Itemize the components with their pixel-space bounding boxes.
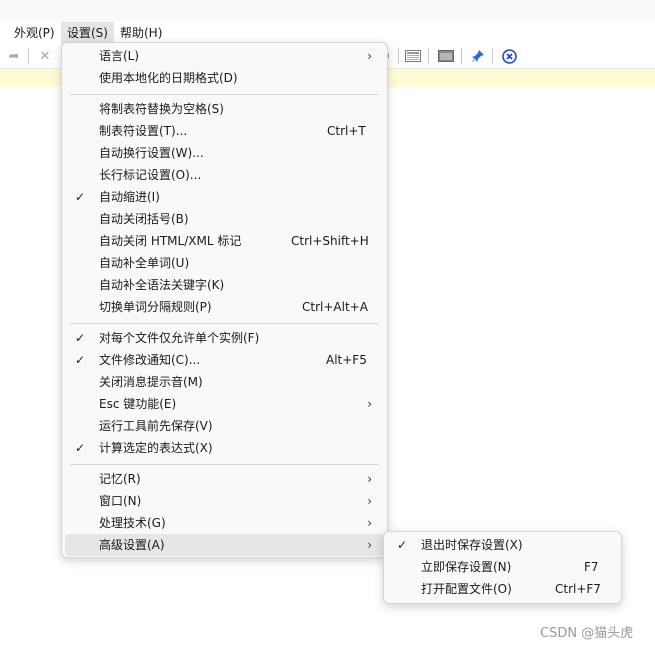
menu-item-shortcut: Ctrl+Shift+H xyxy=(291,234,369,248)
menu-item-word-wrap[interactable]: 自动换行设置(W)... xyxy=(65,142,384,164)
menu-item-label: 长行标记设置(O)... xyxy=(99,168,202,182)
menu-separator xyxy=(70,323,379,324)
menu-item-window[interactable]: 窗口(N) › xyxy=(65,490,384,512)
menu-item-label: Esc 键功能(E) xyxy=(99,397,177,411)
menu-item-label: 计算选定的表达式(X) xyxy=(99,441,213,455)
close-circle-icon[interactable] xyxy=(500,47,518,65)
menu-item-memory[interactable]: 记忆(R) › xyxy=(65,468,384,490)
check-icon: ✓ xyxy=(74,190,86,204)
chevron-right-icon: › xyxy=(367,538,372,552)
menu-item-auto-indent[interactable]: ✓ 自动缩进(I) xyxy=(65,186,384,208)
menu-item-label: 使用本地化的日期格式(D) xyxy=(99,71,238,85)
menu-item-single-instance[interactable]: ✓ 对每个文件仅允许单个实例(F) xyxy=(65,327,384,349)
check-icon: ✓ xyxy=(74,331,86,345)
menu-item-tabs-to-spaces[interactable]: 将制表符替换为空格(S) xyxy=(65,98,384,120)
chevron-right-icon: › xyxy=(367,516,372,530)
chevron-right-icon: › xyxy=(367,397,372,411)
menu-item-save-before-tools[interactable]: 运行工具前先保存(V) xyxy=(65,415,384,437)
menu-item-shortcut: F7 xyxy=(584,560,599,574)
menu-item-label: 自动补全语法关键字(K) xyxy=(99,278,225,292)
menu-separator xyxy=(70,94,379,95)
menu-separator xyxy=(70,464,379,465)
menu-item-autocomplete-words[interactable]: 自动补全单词(U) xyxy=(65,252,384,274)
menu-item-advanced-settings[interactable]: 高级设置(A) › xyxy=(65,534,384,556)
settings-menu: 语言(L) › 使用本地化的日期格式(D) 将制表符替换为空格(S) 制表符设置… xyxy=(61,42,388,558)
menu-item-localized-date[interactable]: 使用本地化的日期格式(D) xyxy=(65,67,384,89)
menu-item-evaluate-expression[interactable]: ✓ 计算选定的表达式(X) xyxy=(65,437,384,459)
menu-item-mute-sounds[interactable]: 关闭消息提示音(M) xyxy=(65,371,384,393)
title-strip xyxy=(0,0,655,22)
menu-item-label: 文件修改通知(C)... xyxy=(99,353,201,367)
menu-item-label: 打开配置文件(O) xyxy=(421,582,512,596)
menu-item-label: 制表符设置(T)... xyxy=(99,124,188,138)
menu-item-shortcut: Ctrl+Alt+A xyxy=(302,300,368,314)
watermark: CSDN @猫头虎 xyxy=(540,626,634,641)
menu-item-label: 语言(L) xyxy=(99,49,140,63)
menu-item-label: 自动换行设置(W)... xyxy=(99,146,204,160)
menu-item-auto-close-brackets[interactable]: 自动关闭括号(B) xyxy=(65,208,384,230)
menu-appearance[interactable]: 外观(P) xyxy=(8,22,61,44)
pin-icon[interactable] xyxy=(469,47,487,65)
menu-item-label: 运行工具前先保存(V) xyxy=(99,419,213,433)
toolbar-separator xyxy=(28,48,29,64)
menu-item-label: 自动缩进(I) xyxy=(99,190,160,204)
chevron-right-icon: › xyxy=(367,49,372,63)
menu-item-save-on-exit[interactable]: ✓ 退出时保存设置(X) xyxy=(387,534,618,556)
menu-item-shortcut: Alt+F5 xyxy=(326,353,367,367)
window-icon[interactable] xyxy=(437,47,455,65)
menu-bar: 外观(P) 设置(S) 帮助(H) xyxy=(0,22,655,44)
menu-item-label: 立即保存设置(N) xyxy=(421,560,512,574)
menu-item-label: 记忆(R) xyxy=(99,472,141,486)
menu-item-esc-key[interactable]: Esc 键功能(E) › xyxy=(65,393,384,415)
menu-item-label: 自动关闭 HTML/XML 标记 xyxy=(99,234,242,248)
menu-item-word-separators[interactable]: 切换单词分隔规则(P) Ctrl+Alt+A xyxy=(65,296,384,318)
menu-item-label: 自动补全单词(U) xyxy=(99,256,190,270)
toolbar-separator xyxy=(398,48,399,64)
chevron-right-icon: › xyxy=(367,494,372,508)
menu-item-label: 切换单词分隔规则(P) xyxy=(99,300,212,314)
menu-item-auto-close-tags[interactable]: 自动关闭 HTML/XML 标记 Ctrl+Shift+H xyxy=(65,230,384,252)
menu-item-label: 将制表符替换为空格(S) xyxy=(99,102,224,116)
menu-help[interactable]: 帮助(H) xyxy=(114,22,168,44)
delete-icon[interactable]: ✕ xyxy=(36,47,54,65)
menu-settings[interactable]: 设置(S) xyxy=(61,22,114,44)
menu-item-label: 关闭消息提示音(M) xyxy=(99,375,203,389)
toolbar-separator xyxy=(492,48,493,64)
advanced-submenu: ✓ 退出时保存设置(X) 立即保存设置(N) F7 打开配置文件(O) Ctrl… xyxy=(383,531,622,604)
menu-item-open-config[interactable]: 打开配置文件(O) Ctrl+F7 xyxy=(387,578,618,600)
menu-item-label: 对每个文件仅允许单个实例(F) xyxy=(99,331,260,345)
menu-item-shortcut: Ctrl+F7 xyxy=(555,582,601,596)
menu-item-label: 退出时保存设置(X) xyxy=(421,538,523,552)
menu-item-language[interactable]: 语言(L) › xyxy=(65,45,384,67)
menu-item-long-line[interactable]: 长行标记设置(O)... xyxy=(65,164,384,186)
menu-item-processing[interactable]: 处理技术(G) › xyxy=(65,512,384,534)
menu-item-shortcut: Ctrl+T xyxy=(327,124,366,138)
redo-icon[interactable]: ➦ xyxy=(5,47,23,65)
menu-item-label: 处理技术(G) xyxy=(99,516,166,530)
menu-item-autocomplete-keywords[interactable]: 自动补全语法关键字(K) xyxy=(65,274,384,296)
check-icon: ✓ xyxy=(74,441,86,455)
menu-item-save-now[interactable]: 立即保存设置(N) F7 xyxy=(387,556,618,578)
menu-item-label: 自动关闭括号(B) xyxy=(99,212,189,226)
check-icon: ✓ xyxy=(396,538,408,552)
menu-item-label: 窗口(N) xyxy=(99,494,142,508)
menu-item-label: 高级设置(A) xyxy=(99,538,165,552)
menu-item-tab-settings[interactable]: 制表符设置(T)... Ctrl+T xyxy=(65,120,384,142)
keyboard-icon[interactable] xyxy=(404,47,422,65)
chevron-right-icon: › xyxy=(367,472,372,486)
toolbar-separator xyxy=(428,48,429,64)
menu-item-file-change-notify[interactable]: ✓ 文件修改通知(C)... Alt+F5 xyxy=(65,349,384,371)
check-icon: ✓ xyxy=(74,353,86,367)
toolbar-separator xyxy=(461,48,462,64)
